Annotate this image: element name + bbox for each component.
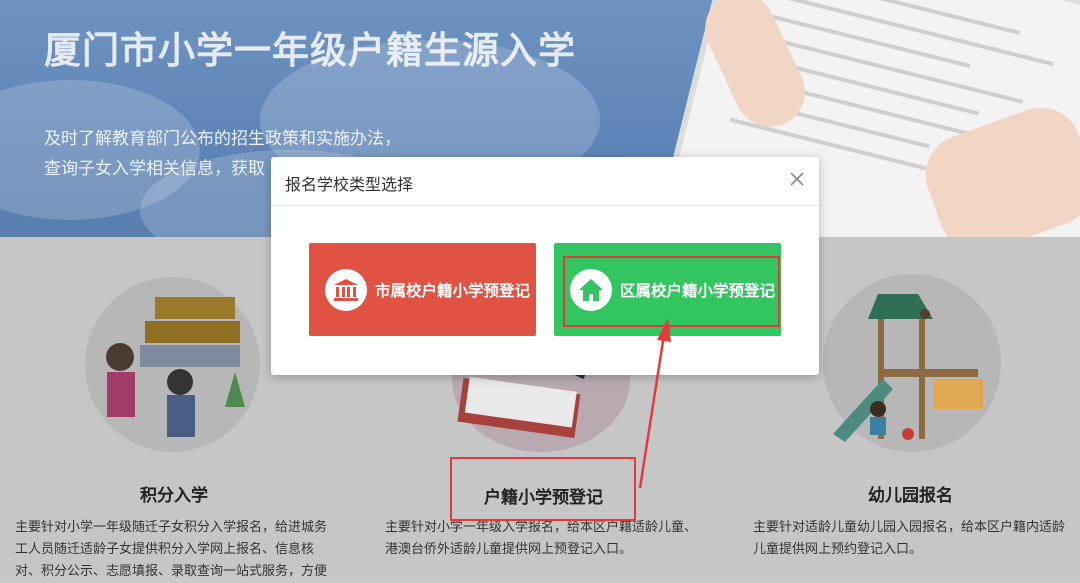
- annotation-arrow: [638, 318, 671, 489]
